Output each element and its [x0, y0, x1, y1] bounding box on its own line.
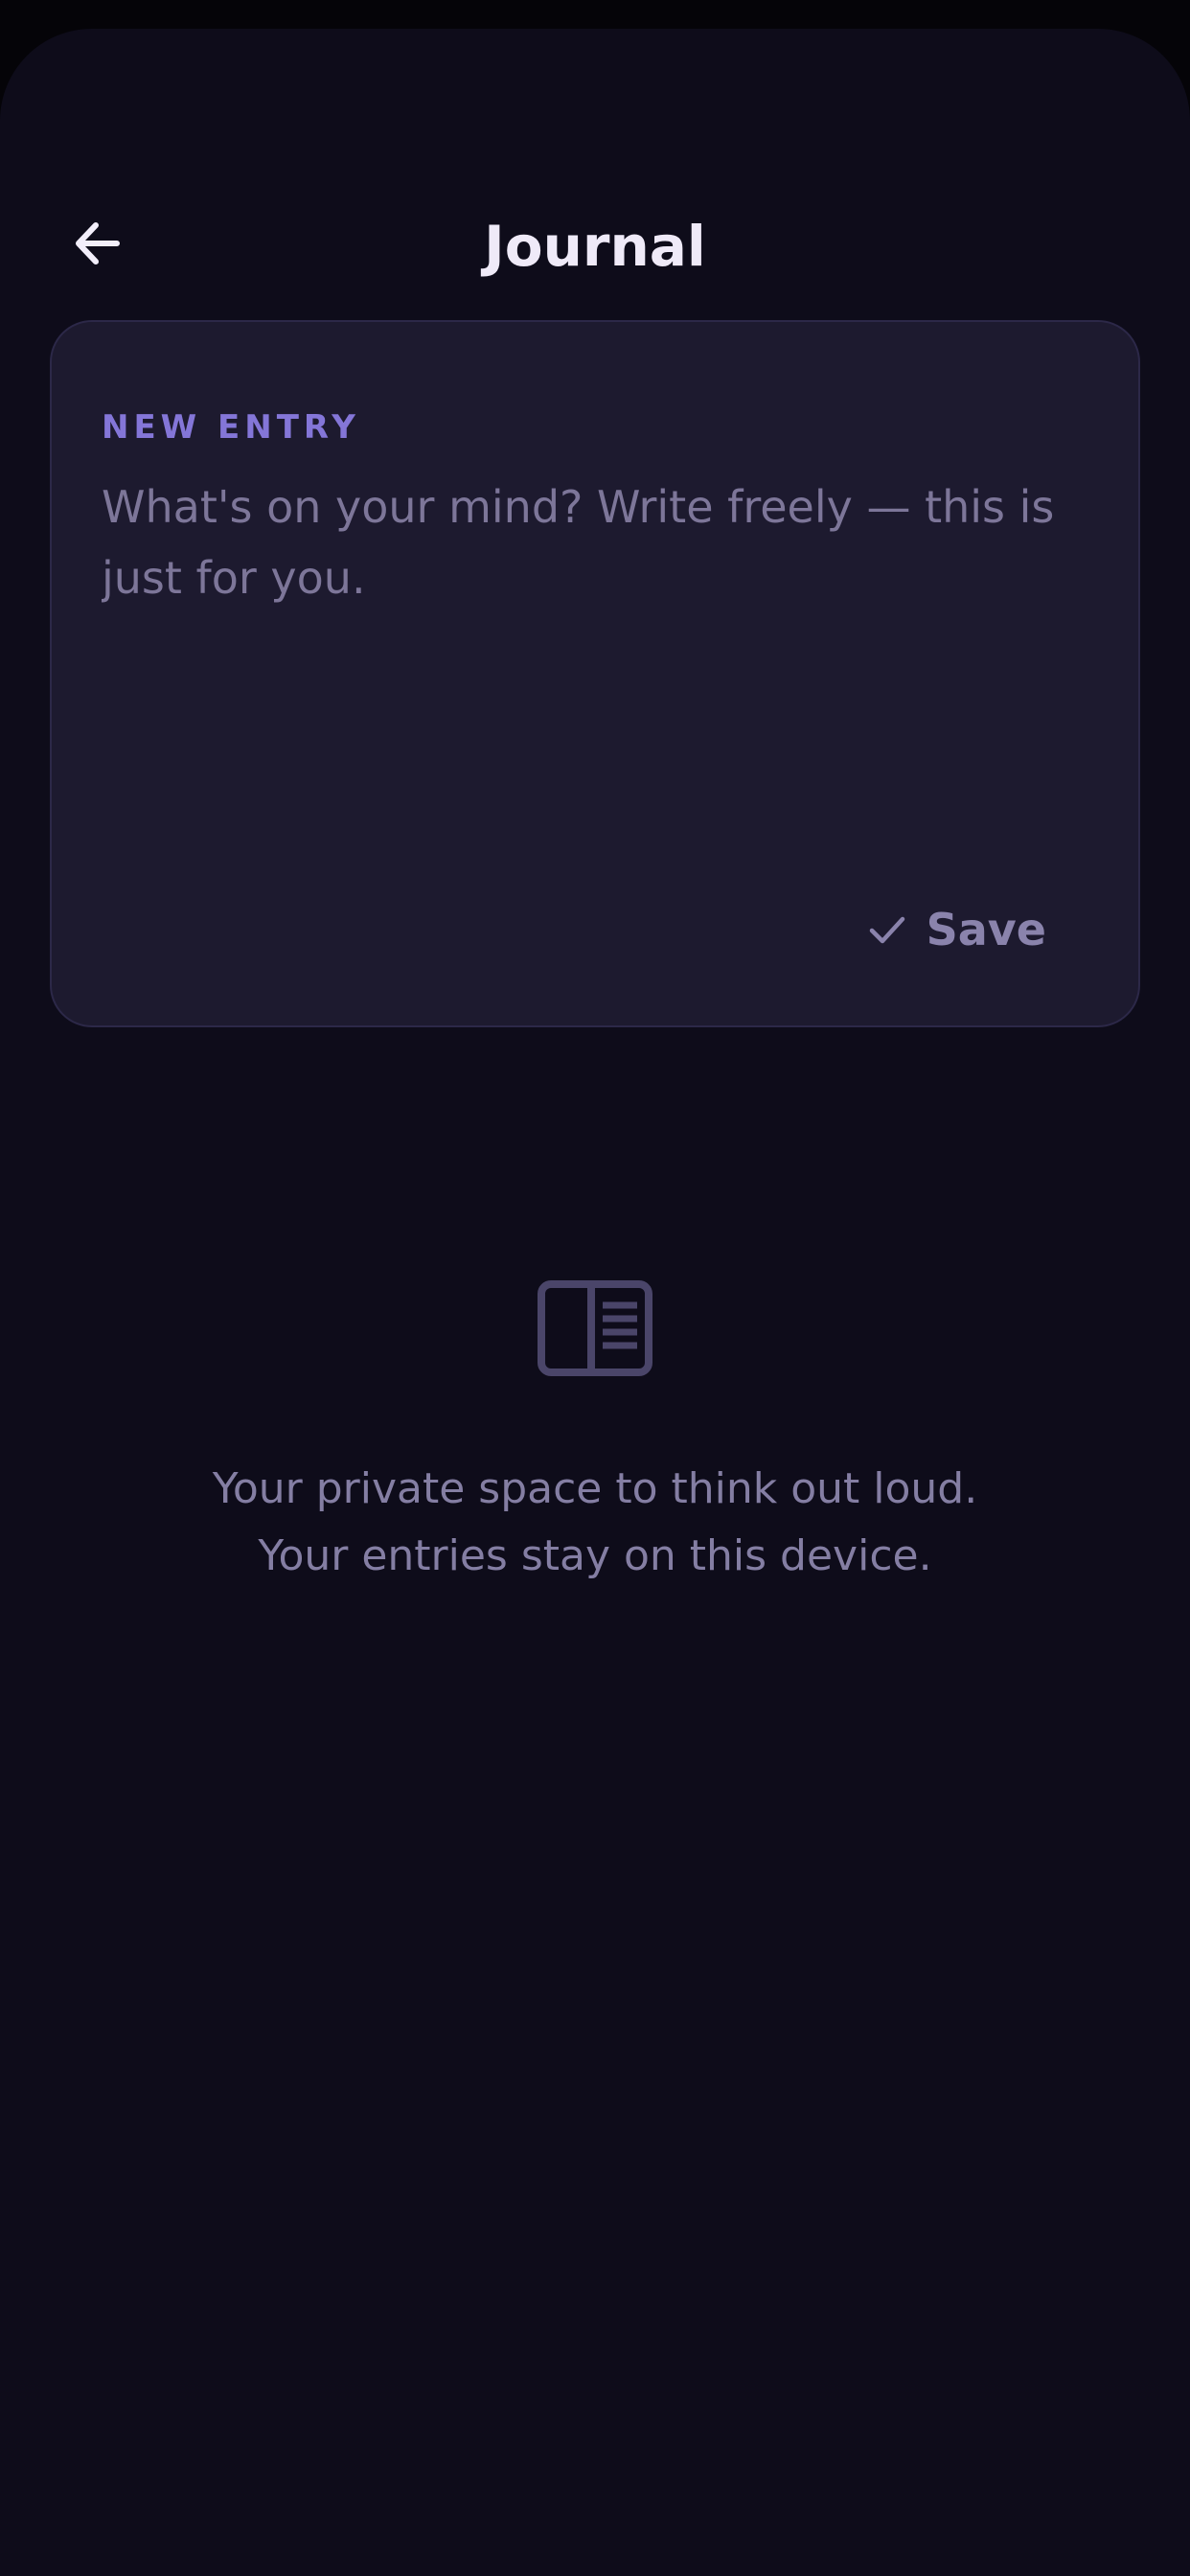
empty-state-text: Your private space to think out loud. — [212, 1464, 978, 1513]
open-book-icon — [538, 1280, 652, 1376]
checkmark-icon — [869, 916, 904, 944]
journal-screen: Journal NEW ENTRY Save Your private spac… — [0, 29, 1190, 2576]
save-button-label: Save — [926, 904, 1046, 955]
page-title: Journal — [484, 214, 706, 279]
save-button[interactable]: Save — [867, 901, 1046, 958]
empty-state-subtext: Your entries stay on this device. — [258, 1531, 932, 1580]
new-entry-card: NEW ENTRY Save — [50, 320, 1140, 1027]
journal-entry-input[interactable] — [102, 472, 1088, 836]
new-entry-label: NEW ENTRY — [102, 408, 360, 447]
